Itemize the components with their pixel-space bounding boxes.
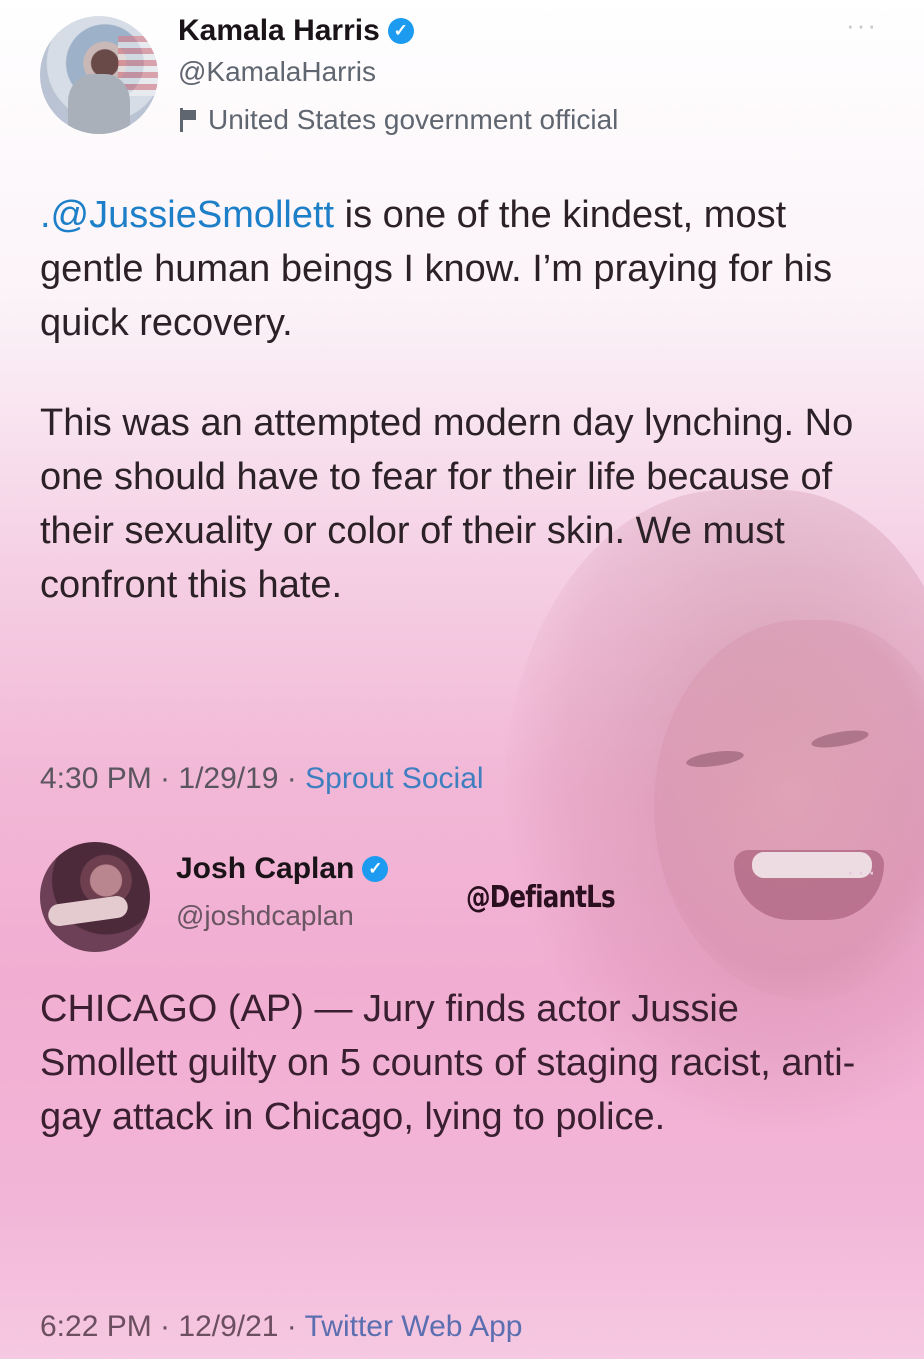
author-handle[interactable]: @KamalaHarris: [178, 56, 376, 88]
tweet-text: CHICAGO (AP) — Jury finds actor Jussie S…: [40, 988, 856, 1138]
author-name[interactable]: Kamala Harris ✓: [178, 14, 414, 48]
author-name-text[interactable]: Josh Caplan: [176, 852, 354, 886]
verified-badge-icon: ✓: [362, 856, 389, 882]
tweet-timestamp[interactable]: 4:30 PM · 1/29/19 ·: [40, 762, 305, 795]
more-options-icon[interactable]: ···: [846, 10, 878, 41]
avatar[interactable]: [40, 16, 158, 134]
watermark-handle: @DefiantLs: [466, 880, 616, 915]
tweet-source-link[interactable]: Sprout Social: [305, 762, 483, 795]
flag-icon: [178, 108, 198, 132]
tweet-kamala-harris: Kamala Harris ✓ @KamalaHarris United Sta…: [0, 0, 924, 830]
avatar-figure: [46, 894, 130, 928]
verified-badge-icon: ✓: [387, 18, 414, 44]
tweet-metadata: 6:22 PM · 12/9/21 · Twitter Web App: [40, 1310, 523, 1344]
government-label[interactable]: United States government official: [178, 104, 618, 136]
more-options-icon[interactable]: ···: [846, 856, 878, 887]
author-handle[interactable]: @joshdcaplan: [176, 900, 354, 932]
tweet-timestamp[interactable]: 6:22 PM · 12/9/21 ·: [40, 1310, 305, 1343]
tweet-paragraph-2: This was an attempted modern day lynchin…: [40, 402, 854, 606]
author-name-text[interactable]: Kamala Harris: [178, 14, 380, 48]
avatar-figure: [68, 74, 130, 134]
tweet-source-link[interactable]: Twitter Web App: [305, 1310, 523, 1343]
tweet-metadata: 4:30 PM · 1/29/19 · Sprout Social: [40, 762, 484, 796]
tweet-josh-caplan: Josh Caplan ✓ @joshdcaplan ··· CHICAGO (…: [0, 830, 924, 1359]
mention-link[interactable]: .@JussieSmollett: [40, 194, 334, 236]
author-name[interactable]: Josh Caplan ✓: [176, 852, 389, 886]
government-label-text: United States government official: [208, 104, 619, 135]
avatar[interactable]: [40, 842, 150, 952]
tweet-paragraph-1: .@JussieSmollett is one of the kindest, …: [40, 188, 884, 350]
